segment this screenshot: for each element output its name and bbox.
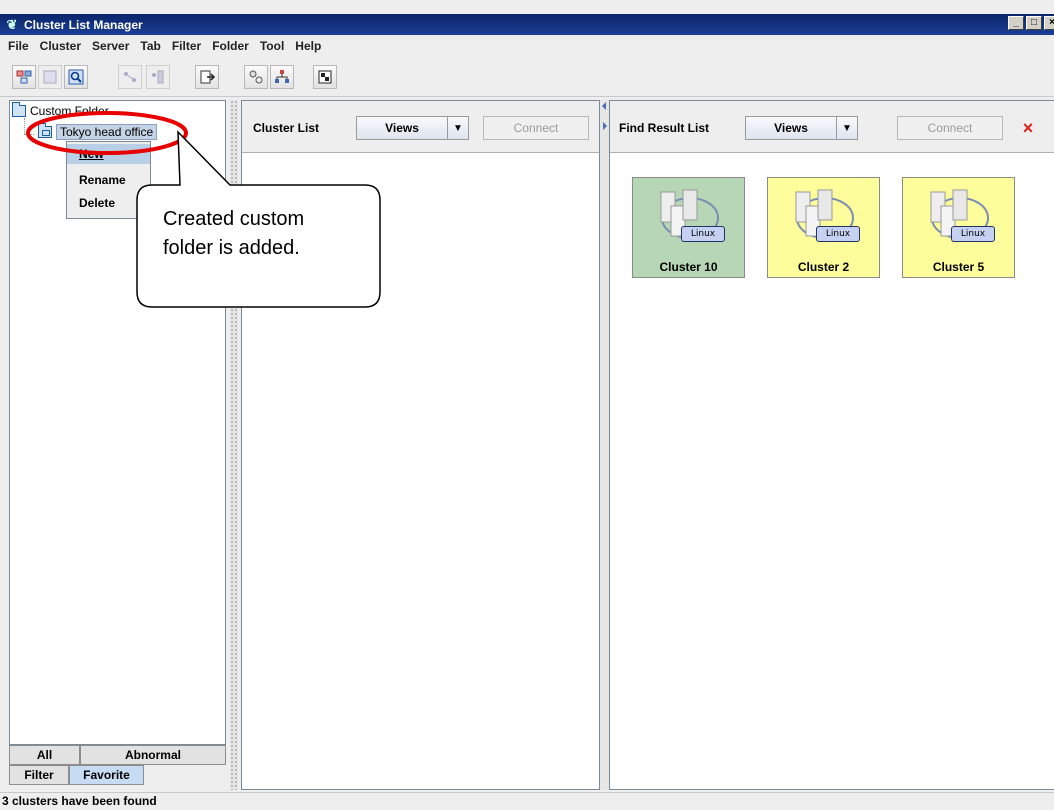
network-icon[interactable]	[270, 65, 294, 89]
cluster-tile[interactable]: Linux Cluster 2	[767, 177, 880, 278]
app-icon: ❦	[6, 16, 18, 32]
middle-splitter[interactable]	[600, 100, 609, 790]
views-dropdown-button[interactable]: ▼	[447, 116, 469, 140]
context-menu-delete[interactable]: Delete	[67, 193, 150, 213]
cluster-name: Cluster 10	[659, 260, 718, 274]
find-result-header: Find Result List Views ▼ Connect ×	[610, 101, 1054, 153]
tree-node-label: Tokyo head office	[56, 124, 158, 140]
find-result-title: Find Result List	[619, 121, 709, 135]
menu-server[interactable]: Server	[92, 39, 129, 53]
disabled-connect-icon[interactable]	[118, 65, 142, 89]
tab-all[interactable]: All	[9, 745, 80, 765]
search-icon[interactable]	[64, 65, 88, 89]
expand-right-arrow-icon[interactable]	[603, 122, 607, 130]
cluster-list-header: Cluster List Views ▼ Connect	[242, 101, 599, 153]
close-icon[interactable]: ×	[1015, 115, 1041, 141]
tree-root-label: Custom Folder	[30, 104, 109, 118]
os-badge: Linux	[951, 226, 995, 242]
disabled-cluster-icon[interactable]	[38, 65, 62, 89]
window-title: Cluster List Manager	[24, 17, 143, 32]
status-icon[interactable]	[313, 65, 337, 89]
chevron-down-icon: ▼	[453, 122, 463, 134]
views-button[interactable]: Views	[356, 116, 448, 140]
views-dropdown-button[interactable]: ▼	[836, 116, 858, 140]
context-menu: New Rename Delete	[66, 141, 151, 219]
callout-line: folder is added.	[163, 237, 300, 259]
context-menu-rename[interactable]: Rename	[67, 170, 150, 190]
cluster-tile[interactable]: Linux Cluster 10	[632, 177, 745, 278]
menu-help[interactable]: Help	[295, 39, 321, 53]
minimize-button[interactable]: _	[1008, 16, 1024, 30]
menu-folder[interactable]: Folder	[212, 39, 249, 53]
tab-row-2: Filter Favorite	[9, 765, 144, 785]
tab-favorite[interactable]: Favorite	[69, 765, 144, 785]
chevron-down-icon: ▼	[842, 122, 852, 134]
cluster-name: Cluster 5	[932, 260, 985, 274]
menu-tab[interactable]: Tab	[140, 39, 160, 53]
os-badge: Linux	[681, 226, 725, 242]
maximize-button[interactable]: □	[1026, 16, 1042, 30]
menu-item-label: Delete	[79, 196, 116, 210]
menu-tool[interactable]: Tool	[260, 39, 284, 53]
folder-icon	[38, 123, 52, 138]
cluster-name: Cluster 2	[797, 260, 850, 274]
cluster-list-title: Cluster List	[253, 121, 320, 135]
export-icon[interactable]	[195, 65, 219, 89]
window-controls: _ □ ×	[1008, 16, 1054, 30]
tree-connector	[24, 134, 34, 135]
os-badge: Linux	[816, 226, 860, 242]
tab-abnormal[interactable]: Abnormal	[80, 745, 226, 765]
tree-root-custom-folder[interactable]: Custom Folder	[12, 102, 109, 118]
status-bar: 3 clusters have been found	[0, 792, 1054, 810]
connect-button[interactable]: Connect	[483, 116, 589, 140]
folder-icon	[12, 102, 26, 117]
views-button[interactable]: Views	[745, 116, 837, 140]
tab-row-1: All Abnormal	[9, 745, 226, 765]
close-window-button[interactable]: ×	[1044, 16, 1054, 30]
collapse-left-arrow-icon[interactable]	[602, 102, 606, 110]
menu-bar: File Cluster Server Tab Filter Folder To…	[0, 35, 1054, 57]
menu-filter[interactable]: Filter	[172, 39, 201, 53]
menu-item-label: New	[79, 147, 104, 161]
left-splitter[interactable]	[230, 100, 238, 790]
tree-node-tokyo-head-office[interactable]: Tokyo head office	[38, 123, 158, 140]
title-bar[interactable]: ❦ Cluster List Manager _ □ ×	[0, 14, 1054, 35]
menu-file[interactable]: File	[8, 39, 29, 53]
cluster-tile[interactable]: Linux Cluster 5	[902, 177, 1015, 278]
tree-connector	[24, 118, 25, 134]
connect-button[interactable]: Connect	[897, 116, 1003, 140]
cluster-list-panel: Cluster List Views ▼ Connect	[241, 100, 600, 790]
cluster-list-icon[interactable]	[12, 65, 36, 89]
disabled-disconnect-icon[interactable]	[146, 65, 170, 89]
callout-line: Created custom	[163, 208, 305, 230]
server-compare-icon[interactable]	[244, 65, 268, 89]
app-window: ❦ Cluster List Manager _ □ × File Cluste…	[0, 0, 1054, 810]
tab-filter[interactable]: Filter	[9, 765, 69, 785]
menu-cluster[interactable]: Cluster	[40, 39, 81, 53]
callout-text: Created custom folder is added.	[163, 205, 368, 263]
context-menu-new[interactable]: New	[67, 144, 150, 164]
menu-item-label: Rename	[79, 173, 126, 187]
toolbar	[0, 57, 1054, 97]
